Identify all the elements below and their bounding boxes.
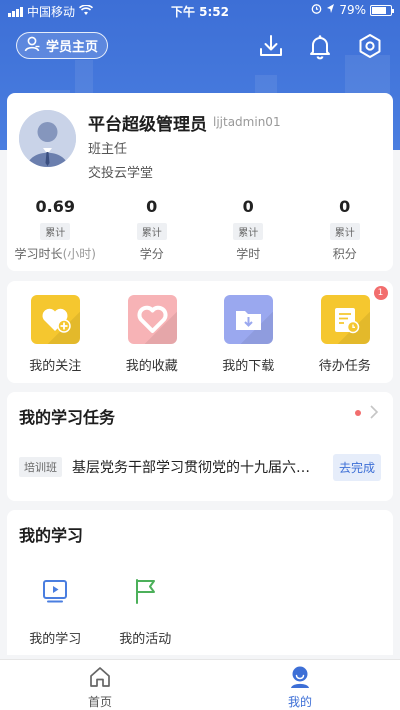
flag-icon [130, 576, 160, 606]
stat-label: 学习时长 [14, 247, 63, 261]
my-study-card: 我的学习 我的学习 我的活动 [7, 510, 393, 655]
quick-link-todo[interactable]: 1 待办任务 [297, 281, 394, 383]
stat-tag: 累计 [329, 223, 360, 240]
section-title: 我的学习 [19, 526, 84, 545]
stat-class-hours[interactable]: 0 累计 学时 [200, 197, 297, 262]
battery-icon [370, 4, 394, 16]
tab-label: 我的 [287, 695, 312, 709]
stat-value: 0 [339, 197, 351, 216]
tab-home[interactable]: 首页 [0, 660, 200, 710]
carousel-dot [355, 410, 361, 416]
task-title: 基层党务干部学习贯彻党的十九届六中全会精神 [72, 460, 322, 476]
stat-value: 0 [146, 197, 158, 216]
section-title: 我的学习任务 [19, 408, 116, 427]
stat-points[interactable]: 0 累计 积分 [297, 197, 394, 262]
stat-label: 积分 [332, 247, 357, 261]
chevron-right-icon[interactable] [369, 404, 379, 424]
task-type-tag: 培训班 [19, 457, 62, 477]
user-login: ljjtadmin01 [213, 115, 281, 129]
video-play-icon [40, 576, 70, 606]
student-home-label: 学员主页 [46, 40, 99, 55]
stat-credits[interactable]: 0 累计 学分 [104, 197, 201, 262]
tab-label: 首页 [87, 695, 112, 709]
stat-label: 学时 [236, 247, 261, 261]
stat-label: 学分 [139, 247, 164, 261]
user-icon [288, 665, 312, 689]
task-clipboard-icon [320, 295, 370, 344]
my-activity-link[interactable]: 我的活动 [97, 576, 194, 647]
profile-card: 平台超级管理员 ljjtadmin01 班主任 交投云学堂 0.69 累计 学习… [7, 93, 393, 271]
user-role: 班主任 [88, 142, 128, 157]
study-link-label: 我的学习 [29, 632, 82, 647]
alarm-icon [311, 3, 322, 17]
study-link-label: 我的活动 [119, 632, 172, 647]
stat-tag: 累计 [233, 223, 264, 240]
battery-percent: 79% [339, 3, 366, 17]
settings-icon[interactable] [356, 32, 384, 60]
complete-task-button[interactable]: 去完成 [332, 453, 381, 481]
quick-links-card: 我的关注 我的收藏 我的下载 1 待办任务 [7, 281, 393, 383]
quick-link-label: 我的下载 [222, 359, 275, 374]
heart-icon [127, 295, 177, 344]
home-icon [88, 665, 112, 689]
stat-unit: (小时) [62, 247, 96, 261]
folder-download-icon [224, 295, 273, 344]
stat-value: 0 [242, 197, 254, 216]
tab-bar: 首页 我的 [0, 659, 400, 710]
stat-tag: 累计 [40, 223, 71, 240]
quick-link-label: 我的收藏 [125, 359, 178, 374]
location-icon [326, 3, 335, 17]
my-study-link[interactable]: 我的学习 [7, 576, 104, 647]
avatar[interactable] [19, 110, 76, 167]
todo-badge: 1 [373, 286, 388, 300]
task-item[interactable]: 培训班 基层党务干部学习贯彻党的十九届六中全会精神 去完成 [19, 453, 381, 481]
user-name: 平台超级管理员 [88, 115, 207, 135]
learning-tasks-card: 我的学习任务 培训班 基层党务干部学习贯彻党的十九届六中全会精神 去完成 [7, 392, 393, 501]
status-bar: 中国移动 下午 5:52 79% [0, 0, 400, 22]
user-org: 交投云学堂 [88, 166, 154, 181]
stat-value: 0.69 [35, 197, 75, 216]
quick-link-favorites[interactable]: 我的收藏 [104, 281, 201, 383]
quick-link-follow[interactable]: 我的关注 [7, 281, 104, 383]
stats-row: 0.69 累计 学习时长(小时) 0 累计 学分 0 累计 学时 0 累计 积分 [7, 197, 393, 262]
tab-mine[interactable]: 我的 [200, 660, 400, 710]
user-icon [23, 35, 41, 57]
stat-tag: 累计 [136, 223, 167, 240]
download-icon[interactable] [257, 32, 285, 60]
quick-link-label: 我的关注 [29, 359, 82, 374]
stat-study-hours[interactable]: 0.69 累计 学习时长(小时) [7, 197, 104, 262]
quick-link-label: 待办任务 [318, 359, 371, 374]
bell-icon[interactable] [306, 32, 334, 60]
quick-link-downloads[interactable]: 我的下载 [200, 281, 297, 383]
heart-plus-icon [31, 295, 80, 344]
student-home-button[interactable]: 学员主页 [16, 32, 109, 59]
